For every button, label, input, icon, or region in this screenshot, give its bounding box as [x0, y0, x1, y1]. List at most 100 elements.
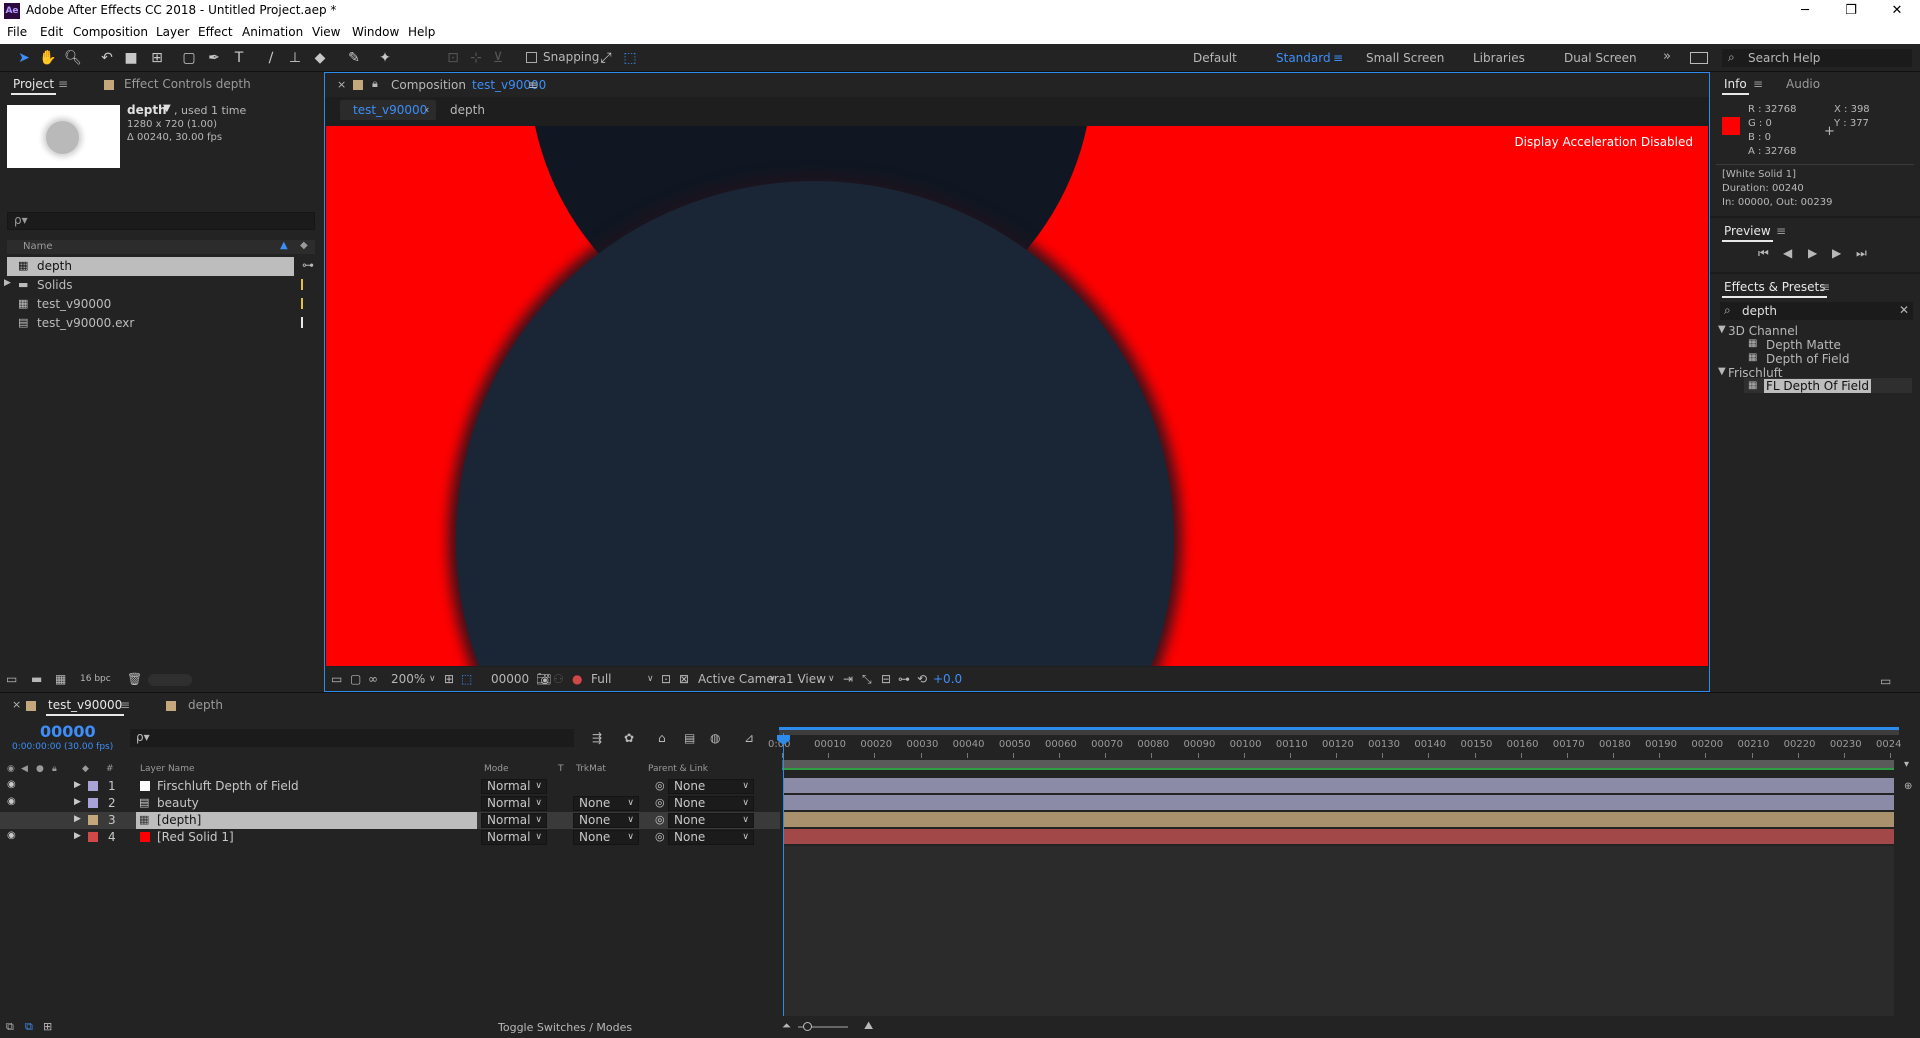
- timeline-current-time[interactable]: 00000: [40, 722, 96, 741]
- menu-view[interactable]: View: [312, 25, 340, 39]
- project-panel-menu-icon[interactable]: ≡: [58, 77, 68, 91]
- pan-behind-tool-icon[interactable]: ⊞: [148, 49, 166, 67]
- layer-row-4[interactable]: ◉ ▶ 4 [Red Solid 1] Normal ∨ None ∨ ◎ None…: [0, 829, 780, 846]
- layer-bar-2[interactable]: [784, 795, 1894, 810]
- snapshot-icon[interactable]: 📷︎: [536, 672, 551, 686]
- close-tab-icon[interactable]: ×: [337, 78, 346, 91]
- effects-panel-menu-icon[interactable]: ≡: [1820, 280, 1830, 294]
- parent-dropdown[interactable]: None ∨: [668, 830, 754, 845]
- magnification-dropdown[interactable]: 200%: [391, 672, 425, 686]
- next-frame-icon[interactable]: ▶︎: [1832, 246, 1841, 260]
- current-time-display[interactable]: 00000: [491, 672, 529, 686]
- column-name-header[interactable]: Name: [23, 241, 53, 252]
- preview-panel-menu-icon[interactable]: ≡: [1776, 224, 1786, 238]
- flowchart-icon[interactable]: ⊶: [302, 258, 314, 272]
- lock-icon[interactable]: 🔒︎: [372, 77, 378, 91]
- toggle-switches-modes[interactable]: Toggle Switches / Modes: [498, 1021, 632, 1034]
- clear-search-icon[interactable]: ✕: [1899, 303, 1909, 317]
- menu-layer[interactable]: Layer: [156, 25, 189, 39]
- project-search-input[interactable]: ρ▾: [7, 212, 315, 230]
- clone-stamp-tool-icon[interactable]: ⊥: [286, 49, 304, 67]
- graph-editor-icon[interactable]: ⊿: [744, 731, 754, 745]
- restore-button[interactable]: ❐: [1828, 0, 1874, 22]
- new-folder-icon[interactable]: ▬: [31, 672, 42, 686]
- tab-effect-controls[interactable]: Effect Controls depth: [124, 77, 251, 91]
- trkmat-dropdown[interactable]: None ∨: [573, 796, 639, 811]
- parent-dropdown[interactable]: None ∨: [668, 779, 754, 794]
- layer-name-header[interactable]: Layer Name: [140, 764, 195, 774]
- roto-brush-tool-icon[interactable]: ✎: [345, 49, 363, 67]
- type-tool-icon[interactable]: T: [230, 49, 248, 67]
- delete-icon[interactable]: 🗑︎: [127, 672, 142, 686]
- tab-project[interactable]: Project: [10, 77, 57, 95]
- new-preset-icon[interactable]: ▭: [1880, 674, 1891, 688]
- toggle-pixel-aspect-icon[interactable]: ⇥: [843, 672, 853, 686]
- effect-fl-depth-of-field[interactable]: FL Depth Of Field: [1764, 379, 1871, 393]
- trkmat-dropdown[interactable]: None ∨: [573, 830, 639, 845]
- workspace-dual-screen[interactable]: Dual Screen: [1564, 51, 1637, 65]
- always-preview-icon[interactable]: ▭: [331, 672, 342, 686]
- timeline-icon[interactable]: ⊟: [881, 672, 891, 686]
- tab-timeline-test-v90000[interactable]: test_v90000: [45, 698, 125, 716]
- layer-row-3[interactable]: ▶ 3 ▦ [depth] Normal ∨ None ∨ ◎ None ∨: [0, 812, 780, 829]
- menu-edit[interactable]: Edit: [40, 25, 63, 39]
- reset-exposure-icon[interactable]: ⟲: [917, 672, 927, 686]
- new-composition-icon[interactable]: ▦: [55, 672, 66, 686]
- interpret-footage-icon[interactable]: ▭: [6, 672, 17, 686]
- effects-search-input[interactable]: ⌕ depth ✕: [1720, 302, 1913, 320]
- transfer-controls-icon[interactable]: ⧉: [25, 1020, 33, 1034]
- parent-dropdown[interactable]: None ∨: [668, 796, 754, 811]
- composition-panel-menu-icon[interactable]: ≡: [528, 78, 538, 92]
- sync-settings-icon[interactable]: [1690, 52, 1708, 64]
- workspace-default[interactable]: Default: [1193, 51, 1237, 65]
- layer-mode-dropdown[interactable]: Normal ∨: [481, 779, 547, 794]
- layer-mode-dropdown[interactable]: Normal ∨: [481, 813, 547, 828]
- thumbnail-size-slider[interactable]: [148, 674, 192, 686]
- puppet-pin-tool-icon[interactable]: ✦: [376, 49, 394, 67]
- group-expand-icon[interactable]: ▼: [1718, 324, 1726, 335]
- tab-info[interactable]: Info: [1722, 77, 1749, 95]
- shy-layers-icon[interactable]: ⌂: [658, 731, 666, 745]
- timeline-search-input[interactable]: ρ▾: [130, 729, 574, 747]
- layer-name[interactable]: Firschluft Depth of Field: [157, 779, 299, 793]
- workspace-standard[interactable]: Standard: [1276, 51, 1331, 65]
- playhead-line[interactable]: [783, 733, 784, 1016]
- grid-guides-icon[interactable]: ⊞: [444, 672, 454, 686]
- menu-effect[interactable]: Effect: [198, 25, 233, 39]
- group-expand-icon[interactable]: ▼: [1718, 366, 1726, 377]
- layer-bar-3[interactable]: [784, 812, 1894, 827]
- eraser-tool-icon[interactable]: ◆: [311, 49, 329, 67]
- eye-icon[interactable]: ◉: [7, 830, 16, 841]
- end-of-work-area-icon[interactable]: ▾: [1904, 759, 1909, 770]
- effect-depth-of-field[interactable]: Depth of Field: [1766, 352, 1849, 366]
- menu-animation[interactable]: Animation: [242, 25, 303, 39]
- layer-row-2[interactable]: ◉ ▶ 2 ▤ beauty Normal ∨ None ∨ ◎ None ∨: [0, 795, 780, 812]
- layer-name[interactable]: [depth]: [157, 813, 201, 827]
- layer-label-color[interactable]: [88, 798, 98, 808]
- tab-timeline-depth[interactable]: depth: [188, 698, 223, 712]
- close-button[interactable]: ✕: [1874, 0, 1920, 22]
- layer-mode-dropdown[interactable]: Normal ∨: [481, 830, 547, 845]
- selection-tool-icon[interactable]: ➤: [15, 49, 33, 67]
- view-layout-dropdown[interactable]: 1 View: [786, 672, 826, 686]
- layer-label-color[interactable]: [88, 832, 98, 842]
- previous-frame-icon[interactable]: ◀︎: [1783, 246, 1792, 260]
- play-icon[interactable]: ▶: [1808, 246, 1817, 260]
- workspace-menu-icon[interactable]: ≡: [1333, 51, 1343, 65]
- project-item-test-v90000[interactable]: ▦ test_v90000: [7, 295, 307, 314]
- eye-icon[interactable]: ◉: [7, 779, 16, 790]
- flowchart-icon[interactable]: ⊶: [898, 672, 910, 686]
- menu-help[interactable]: Help: [408, 25, 435, 39]
- layer-name[interactable]: beauty: [157, 796, 199, 810]
- snap-features-icon[interactable]: ⬚: [621, 49, 639, 67]
- bit-depth-label[interactable]: 16 bpc: [80, 674, 111, 684]
- pickwhip-icon[interactable]: ◎: [655, 830, 665, 843]
- workspace-small-screen[interactable]: Small Screen: [1366, 51, 1444, 65]
- camera-tool-icon[interactable]: ■: [122, 49, 140, 67]
- pickwhip-icon[interactable]: ◎: [655, 779, 665, 792]
- pickwhip-icon[interactable]: ◎: [655, 796, 665, 809]
- close-tab-icon[interactable]: ×: [12, 698, 21, 711]
- breadcrumb-next[interactable]: depth: [450, 103, 485, 117]
- layer-switches-icon[interactable]: ⧉: [6, 1020, 14, 1034]
- menu-file[interactable]: File: [7, 25, 27, 39]
